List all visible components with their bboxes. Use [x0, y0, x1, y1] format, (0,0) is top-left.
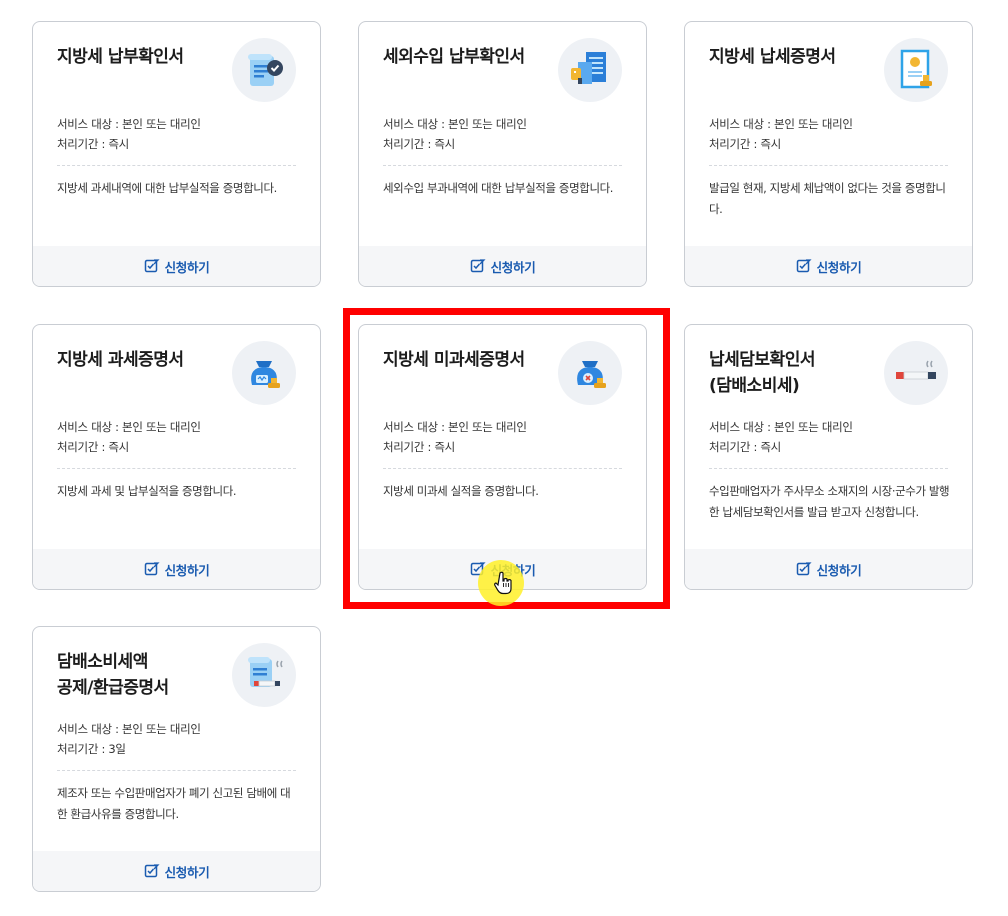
divider — [709, 165, 948, 166]
apply-button[interactable]: 신청하기 — [33, 549, 320, 589]
card-description: 세외수입 부과내역에 대한 납부실적을 증명합니다. — [383, 181, 614, 195]
divider — [383, 468, 622, 469]
edit-checklist-icon — [144, 562, 160, 576]
edit-checklist-icon — [796, 562, 812, 576]
card-title: 세외수입 납부확인서 — [383, 47, 525, 67]
cigarette-icon — [884, 341, 948, 405]
service-target: 서비스 대상 : 본인 또는 대리인 — [383, 420, 527, 434]
edit-checklist-icon — [144, 259, 160, 273]
service-card-local-tax-assessment-certificate: 지방세 과세증명서 서비스 대상 : 본인 또는 대리인 처리기간 : 즉시 지… — [32, 324, 321, 590]
processing-period: 처리기간 : 즉시 — [709, 137, 781, 151]
edit-checklist-icon — [796, 259, 812, 273]
card-description: 발급일 현재, 지방세 체납액이 없다는 것을 증명합니다. — [709, 181, 946, 216]
apply-button[interactable]: 신청하기 — [359, 246, 646, 286]
card-meta: 서비스 대상 : 본인 또는 대리인 처리기간 : 즉시 — [709, 114, 950, 154]
card-meta: 서비스 대상 : 본인 또는 대리인 처리기간 : 즉시 — [383, 114, 624, 154]
apply-button[interactable]: 신청하기 — [33, 246, 320, 286]
building-document-icon — [558, 38, 622, 102]
edit-checklist-icon — [470, 562, 486, 576]
money-bag-x-icon — [558, 341, 622, 405]
edit-checklist-icon — [470, 259, 486, 273]
processing-period: 처리기간 : 즉시 — [709, 440, 781, 454]
card-title: 납세담보확인서 (담배소비세) — [709, 350, 815, 396]
card-title: 지방세 과세증명서 — [57, 350, 184, 370]
card-meta: 서비스 대상 : 본인 또는 대리인 처리기간 : 3일 — [57, 719, 298, 759]
service-target: 서비스 대상 : 본인 또는 대리인 — [709, 117, 853, 131]
card-title: 담배소비세액 공제/환급증명서 — [57, 652, 169, 698]
apply-button-label: 신청하기 — [490, 562, 536, 578]
service-target: 서비스 대상 : 본인 또는 대리인 — [57, 420, 201, 434]
divider — [57, 770, 296, 771]
card-meta: 서비스 대상 : 본인 또는 대리인 처리기간 : 즉시 — [383, 417, 624, 457]
apply-button-label: 신청하기 — [490, 259, 536, 275]
service-card-local-tax-certificate: 지방세 납세증명서 서비스 대상 : 본인 또는 대리인 처리기간 : 즉시 발… — [684, 21, 973, 287]
processing-period: 처리기간 : 3일 — [57, 742, 126, 756]
card-description: 지방세 과세내역에 대한 납부실적을 증명합니다. — [57, 181, 277, 195]
service-target: 서비스 대상 : 본인 또는 대리인 — [383, 117, 527, 131]
service-target: 서비스 대상 : 본인 또는 대리인 — [709, 420, 853, 434]
apply-button-label: 신청하기 — [164, 562, 210, 578]
processing-period: 처리기간 : 즉시 — [383, 440, 455, 454]
card-description: 지방세 과세 및 납부실적을 증명합니다. — [57, 484, 237, 498]
apply-button-label: 신청하기 — [816, 562, 862, 578]
service-card-tobacco-tax-refund-certificate: 담배소비세액 공제/환급증명서 서비스 대상 : 본인 또는 대리인 처리기간 … — [32, 626, 321, 892]
card-title: 지방세 납세증명서 — [709, 47, 836, 67]
apply-button-label: 신청하기 — [816, 259, 862, 275]
certificate-stamp-icon — [884, 38, 948, 102]
processing-period: 처리기간 : 즉시 — [383, 137, 455, 151]
apply-button-label: 신청하기 — [164, 259, 210, 275]
edit-checklist-icon — [144, 864, 160, 878]
processing-period: 처리기간 : 즉시 — [57, 137, 129, 151]
service-target: 서비스 대상 : 본인 또는 대리인 — [57, 117, 201, 131]
card-description: 지방세 미과세 실적을 증명합니다. — [383, 484, 539, 498]
divider — [57, 165, 296, 166]
card-meta: 서비스 대상 : 본인 또는 대리인 처리기간 : 즉시 — [57, 417, 298, 457]
card-title: 지방세 미과세증명서 — [383, 350, 525, 370]
apply-button[interactable]: 신청하기 — [33, 851, 320, 891]
apply-button[interactable]: 신청하기 — [685, 246, 972, 286]
divider — [383, 165, 622, 166]
apply-button[interactable]: 신청하기 — [359, 549, 646, 589]
money-bag-stamp-icon — [232, 341, 296, 405]
card-meta: 서비스 대상 : 본인 또는 대리인 처리기간 : 즉시 — [709, 417, 950, 457]
service-card-non-tax-payment-confirmation: 세외수입 납부확인서 서비스 대상 : 본인 또는 대리인 처리기간 : 즉시 … — [358, 21, 647, 287]
card-description: 제조자 또는 수입판매업자가 폐기 신고된 담배에 대한 환급사유를 증명합니다… — [57, 786, 291, 821]
service-card-tax-collateral-confirmation: 납세담보확인서 (담배소비세) 서비스 대상 : 본인 또는 대리인 처리기간 … — [684, 324, 973, 590]
apply-button[interactable]: 신청하기 — [685, 549, 972, 589]
card-meta: 서비스 대상 : 본인 또는 대리인 처리기간 : 즉시 — [57, 114, 298, 154]
processing-period: 처리기간 : 즉시 — [57, 440, 129, 454]
service-card-local-tax-payment-confirmation: 지방세 납부확인서 서비스 대상 : 본인 또는 대리인 처리기간 : 즉시 지… — [32, 21, 321, 287]
service-target: 서비스 대상 : 본인 또는 대리인 — [57, 722, 201, 736]
card-title: 지방세 납부확인서 — [57, 47, 184, 67]
service-card-local-tax-non-assessment-certificate: 지방세 미과세증명서 서비스 대상 : 본인 또는 대리인 처리기간 : 즉시 … — [358, 324, 647, 590]
card-description: 수입판매업자가 주사무소 소재지의 시장·군수가 발행한 납세담보확인서를 발급… — [709, 484, 950, 519]
scroll-cigarette-icon — [232, 643, 296, 707]
divider — [57, 468, 296, 469]
apply-button-label: 신청하기 — [164, 864, 210, 880]
divider — [709, 468, 948, 469]
scroll-check-icon — [232, 38, 296, 102]
